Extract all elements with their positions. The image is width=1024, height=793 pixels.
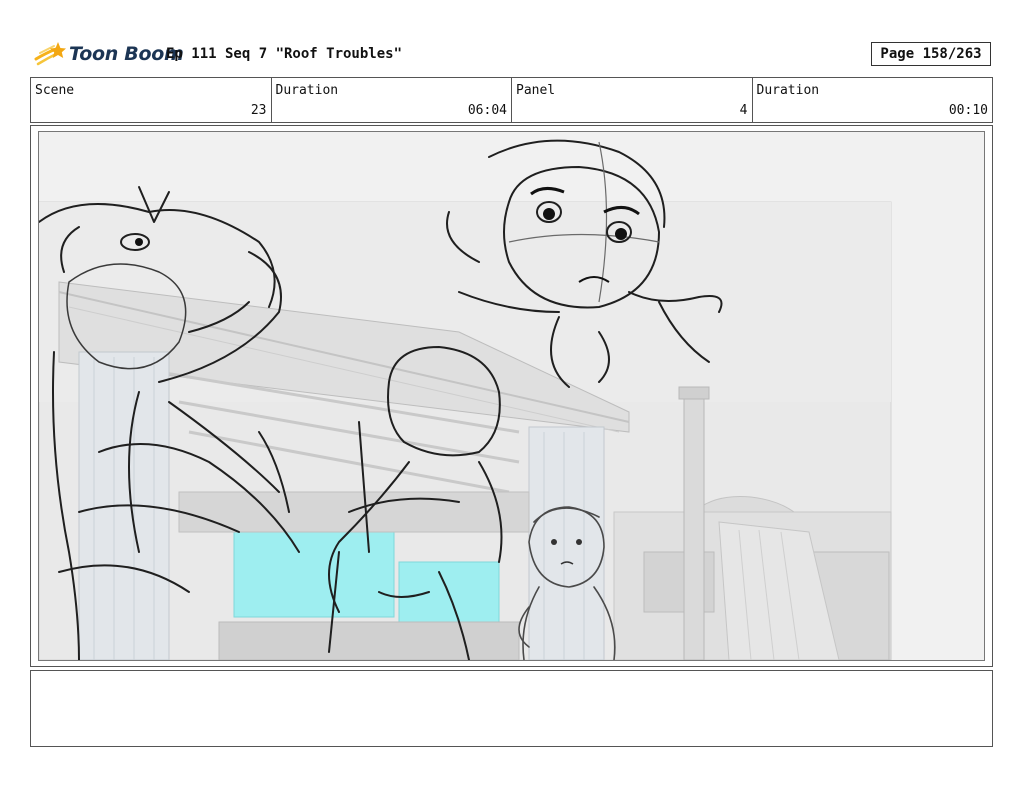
notes-box [30,670,993,747]
panel-label: Panel [516,83,556,98]
scene-duration-value: 06:04 [467,103,507,118]
page-title: Ep 111 Seq 7 "Roof Troubles" [166,46,403,62]
panel-duration-cell: Duration 00:10 [753,78,993,122]
storyboard-sketch [39,132,984,660]
toon-boom-logo: Toon Boom [34,38,184,70]
page-number: Page 158/263 [871,42,991,66]
scene-cell: Scene 23 [31,78,272,122]
panel-frame [30,125,993,667]
panel-value: 4 [739,103,748,118]
panel-cell: Panel 4 [512,78,753,122]
storyboard-image [38,131,985,661]
scene-label: Scene [35,83,75,98]
scene-value: 23 [250,103,267,118]
scene-duration-cell: Duration 06:04 [272,78,512,122]
panel-info-row: Scene 23 Duration 06:04 Panel 4 Duration… [30,77,993,123]
scene-duration-label: Duration [275,83,339,98]
panel-duration-label: Duration [756,83,820,98]
comet-star-icon [34,42,66,66]
panel-duration-value: 00:10 [948,103,988,118]
